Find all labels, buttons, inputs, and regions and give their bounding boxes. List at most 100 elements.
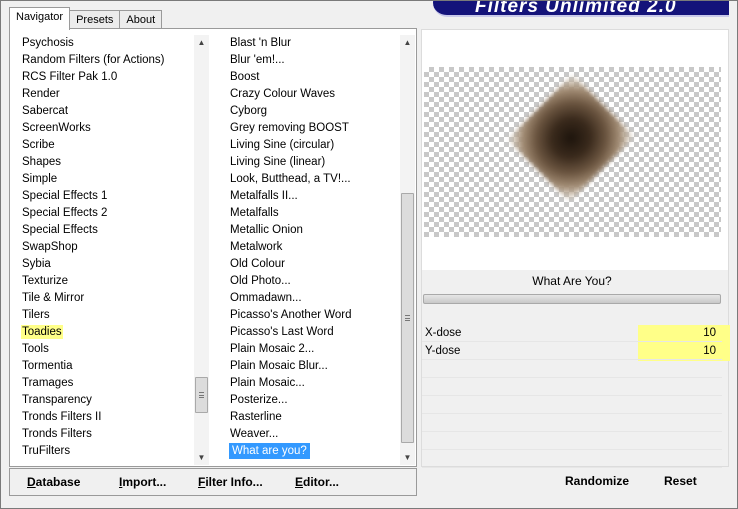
list-item[interactable]: Picasso's Last Word [228, 324, 400, 341]
list-item[interactable]: Picasso's Another Word [228, 307, 400, 324]
list-item[interactable]: ScreenWorks [20, 120, 200, 137]
list-item[interactable]: Posterize... [228, 392, 400, 409]
list-item[interactable]: Tormentia [20, 358, 200, 375]
tab-presets[interactable]: Presets [69, 10, 121, 30]
list-item[interactable]: Random Filters (for Actions) [20, 52, 200, 69]
list-item-label: What are you? [229, 443, 310, 459]
list-item[interactable]: TruFilters [20, 443, 200, 460]
scrollbar-thumb[interactable] [195, 377, 208, 413]
param-x-dose[interactable]: X-dose 10 [422, 325, 722, 342]
list-item[interactable]: Rasterline [228, 409, 400, 426]
filters-unlimited-window: Navigator Presets About Filters Unlimite… [0, 0, 738, 509]
list-item-label: Picasso's Another Word [230, 309, 352, 321]
list-item[interactable]: RCS Filter Pak 1.0 [20, 69, 200, 86]
list-item-label: Transparency [22, 394, 92, 406]
param-value[interactable]: 10 [703, 343, 716, 360]
preview-image [424, 67, 721, 237]
param-empty-row [422, 433, 722, 450]
list-item[interactable]: Plain Mosaic... [228, 375, 400, 392]
list-item[interactable]: Special Effects [20, 222, 200, 239]
list-item[interactable]: Living Sine (linear) [228, 154, 400, 171]
list-item[interactable]: Plain Mosaic Blur... [228, 358, 400, 375]
param-value[interactable]: 10 [703, 325, 716, 342]
category-list[interactable]: Psychosis Random Filters (for Actions) RCS… [20, 35, 200, 463]
list-item[interactable]: Tilers [20, 307, 200, 324]
list-item-label: Special Effects 1 [22, 190, 108, 202]
list-item[interactable]: Boost [228, 69, 400, 86]
param-y-dose[interactable]: Y-dose 10 [422, 343, 722, 360]
list-item[interactable]: Blast 'n Blur [228, 35, 400, 52]
list-item[interactable]: Tools [20, 341, 200, 358]
list-item[interactable]: Tronds Filters [20, 426, 200, 443]
list-item-label: Toadies [21, 325, 63, 339]
list-item[interactable]: Tronds Filters II [20, 409, 200, 426]
param-empty-row [422, 361, 722, 378]
list-item[interactable]: Metalfalls II... [228, 188, 400, 205]
scroll-up-icon[interactable]: ▲ [194, 35, 209, 50]
list-item-label: Posterize... [230, 394, 288, 406]
filter-controls: What Are You? X-dose 10 Y-dose 10 [422, 270, 730, 468]
list-item[interactable]: Psychosis [20, 35, 200, 52]
tab-navigator[interactable]: Navigator [9, 7, 71, 30]
tab-about[interactable]: About [119, 10, 163, 30]
list-item[interactable]: Crazy Colour Waves [228, 86, 400, 103]
control-slider[interactable] [423, 294, 721, 304]
list-item[interactable]: Special Effects 1 [20, 188, 200, 205]
list-item[interactable]: Living Sine (circular) [228, 137, 400, 154]
list-item-label: Sabercat [22, 105, 69, 117]
list-item[interactable]: Metalwork [228, 239, 400, 256]
list-item[interactable]: Simple [20, 171, 200, 188]
list-item[interactable]: Look, Butthead, a TV!... [228, 171, 400, 188]
list-item[interactable]: Sabercat [20, 103, 200, 120]
list-item[interactable]: Scribe [20, 137, 200, 154]
param-empty-row [422, 451, 722, 468]
navigator-button-bar: Database Import... Filter Info... Editor… [9, 468, 417, 496]
scroll-up-icon[interactable]: ▲ [400, 35, 415, 50]
list-item[interactable]: Texturize [20, 273, 200, 290]
list-item[interactable]: Special Effects 2 [20, 205, 200, 222]
scrollbar-thumb[interactable] [401, 193, 414, 443]
scroll-down-icon[interactable]: ▼ [400, 450, 415, 465]
list-item-label: Blast 'n Blur [230, 37, 291, 49]
list-item-label: Psychosis [22, 37, 74, 49]
list-item[interactable]: Ommadawn... [228, 290, 400, 307]
list-item[interactable]: Shapes [20, 154, 200, 171]
filter-scrollbar[interactable]: ▲ ▼ [400, 35, 415, 465]
list-item-label: Special Effects [22, 224, 98, 236]
list-item[interactable]: Old Colour [228, 256, 400, 273]
reset-button[interactable]: Reset [664, 468, 697, 494]
randomize-button[interactable]: Randomize [565, 468, 629, 494]
list-item[interactable]: Tramages [20, 375, 200, 392]
list-item[interactable]: Render [20, 86, 200, 103]
list-item[interactable]: Sybia [20, 256, 200, 273]
list-item-label: Texturize [22, 275, 69, 287]
list-item[interactable]: Transparency [20, 392, 200, 409]
list-item-label: Scribe [22, 139, 55, 151]
list-item[interactable]: Cyborg [228, 103, 400, 120]
list-item[interactable]: Tile & Mirror [20, 290, 200, 307]
banner-logo: Filters Unlimited 2.0 [429, 1, 729, 17]
list-item[interactable]: Metalfalls [228, 205, 400, 222]
list-item[interactable]: Toadies [20, 324, 200, 341]
list-item[interactable]: SwapShop [20, 239, 200, 256]
list-item-label: Plain Mosaic 2... [230, 343, 315, 355]
list-item-label: Special Effects 2 [22, 207, 108, 219]
scroll-down-icon[interactable]: ▼ [194, 450, 209, 465]
filter-info-button[interactable]: Filter Info... [198, 469, 263, 495]
database-button[interactable]: Database [27, 469, 80, 495]
list-item-label: Rasterline [230, 411, 282, 423]
list-item[interactable]: Plain Mosaic 2... [228, 341, 400, 358]
list-item-label: Old Photo... [230, 275, 291, 287]
list-item[interactable]: Metallic Onion [228, 222, 400, 239]
list-item[interactable]: Blur 'em!... [228, 52, 400, 69]
list-item[interactable]: Old Photo... [228, 273, 400, 290]
filter-list[interactable]: Blast 'n Blur Blur 'em!... Boost Crazy Colo… [228, 35, 400, 463]
list-item-label: Living Sine (circular) [230, 139, 335, 151]
editor-button[interactable]: Editor... [295, 469, 339, 495]
import-button[interactable]: Import... [119, 469, 166, 495]
list-item[interactable]: Weaver... [228, 426, 400, 443]
category-scrollbar[interactable]: ▲ ▼ [194, 35, 209, 465]
list-item-label: Plain Mosaic... [230, 377, 305, 389]
list-item[interactable]: What are you? [228, 443, 400, 460]
list-item[interactable]: Grey removing BOOST [228, 120, 400, 137]
